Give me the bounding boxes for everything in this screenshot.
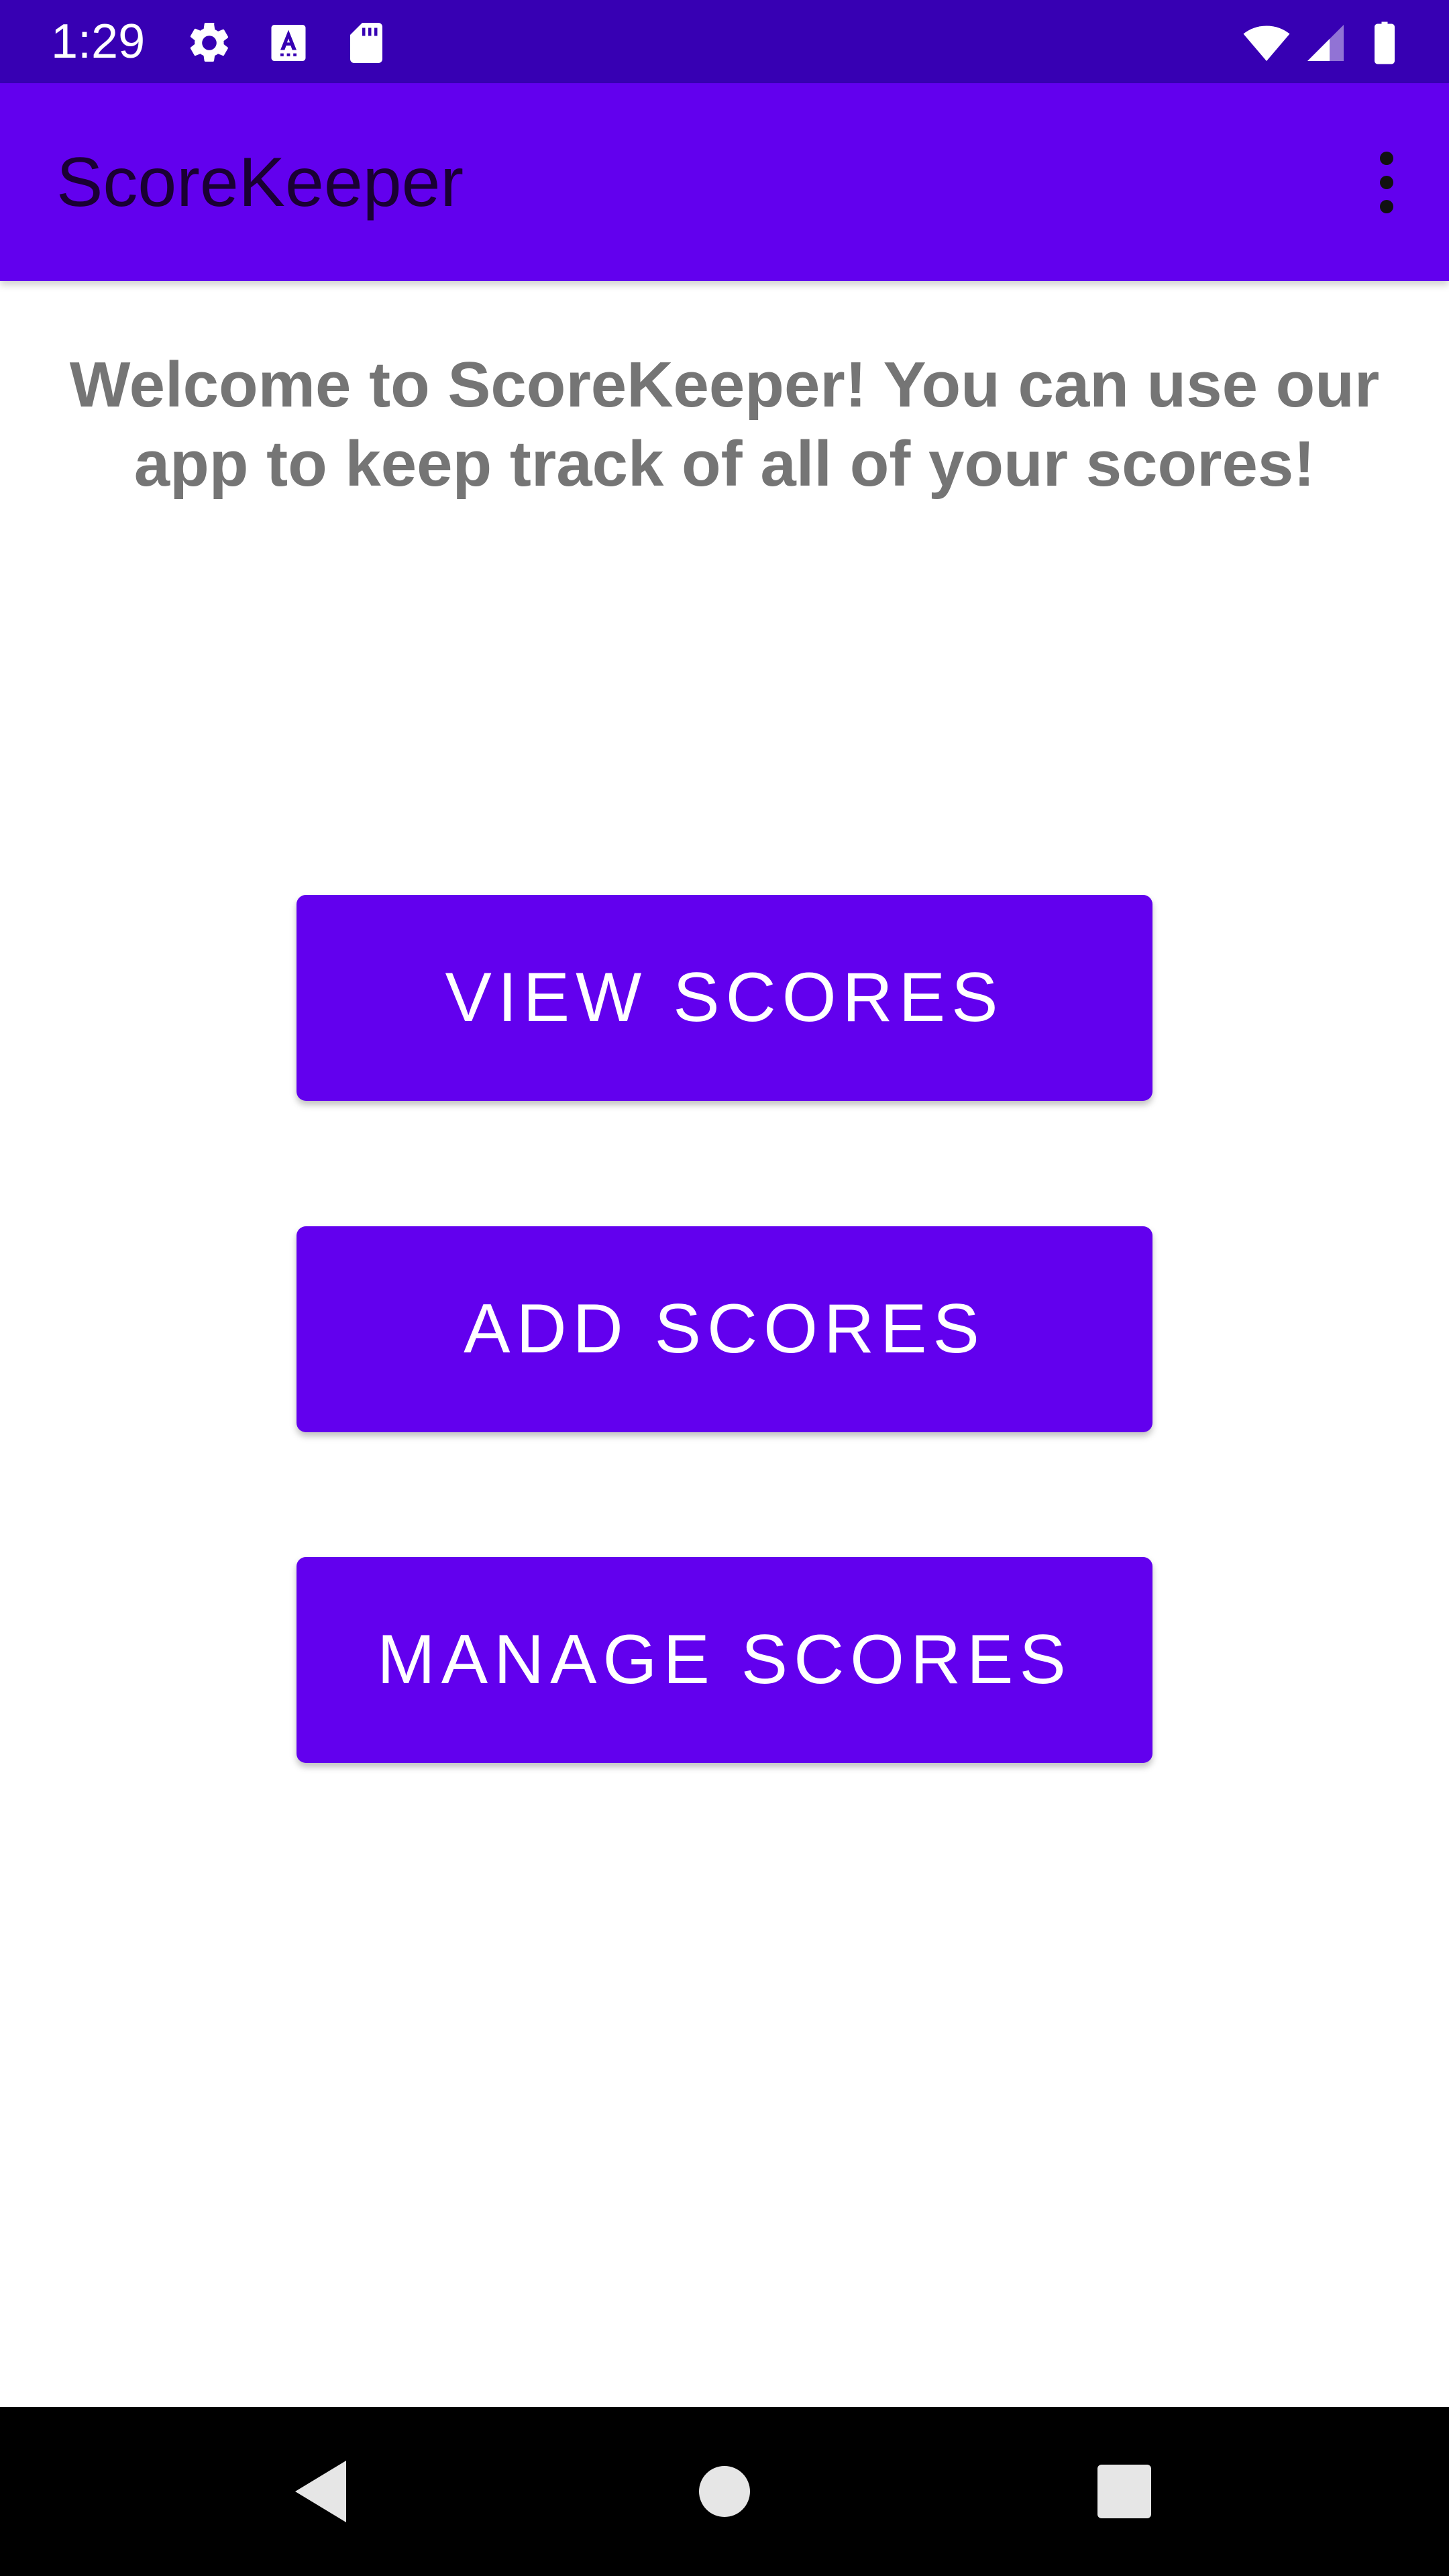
home-icon [699,2466,750,2517]
recents-button[interactable] [1084,2451,1165,2532]
add-scores-button[interactable]: ADD SCORES [297,1226,1152,1432]
manage-scores-button[interactable]: MANAGE SCORES [297,1557,1152,1763]
app-bar: ScoreKeeper [0,83,1449,281]
recents-icon [1097,2465,1151,2518]
home-button[interactable] [684,2451,765,2532]
settings-gear-icon [190,22,229,62]
cell-signal-icon [1307,25,1344,61]
welcome-text: Welcome to ScoreKeeper! You can use our … [69,349,1380,500]
battery-icon [1375,21,1395,64]
accessibility-a-icon [271,25,306,61]
overflow-menu-button[interactable] [1356,142,1417,223]
view-scores-button[interactable]: VIEW SCORES [297,895,1152,1101]
back-icon [295,2461,346,2522]
status-time: 1:29 [51,15,146,68]
back-button[interactable] [280,2451,361,2532]
more-vert-icon [1380,152,1393,213]
app-title: ScoreKeeper [56,144,464,221]
sd-card-icon [350,23,382,63]
wifi-icon [1243,25,1290,61]
navigation-bar [0,2407,1449,2576]
status-bar: 1:29 [0,0,1449,83]
